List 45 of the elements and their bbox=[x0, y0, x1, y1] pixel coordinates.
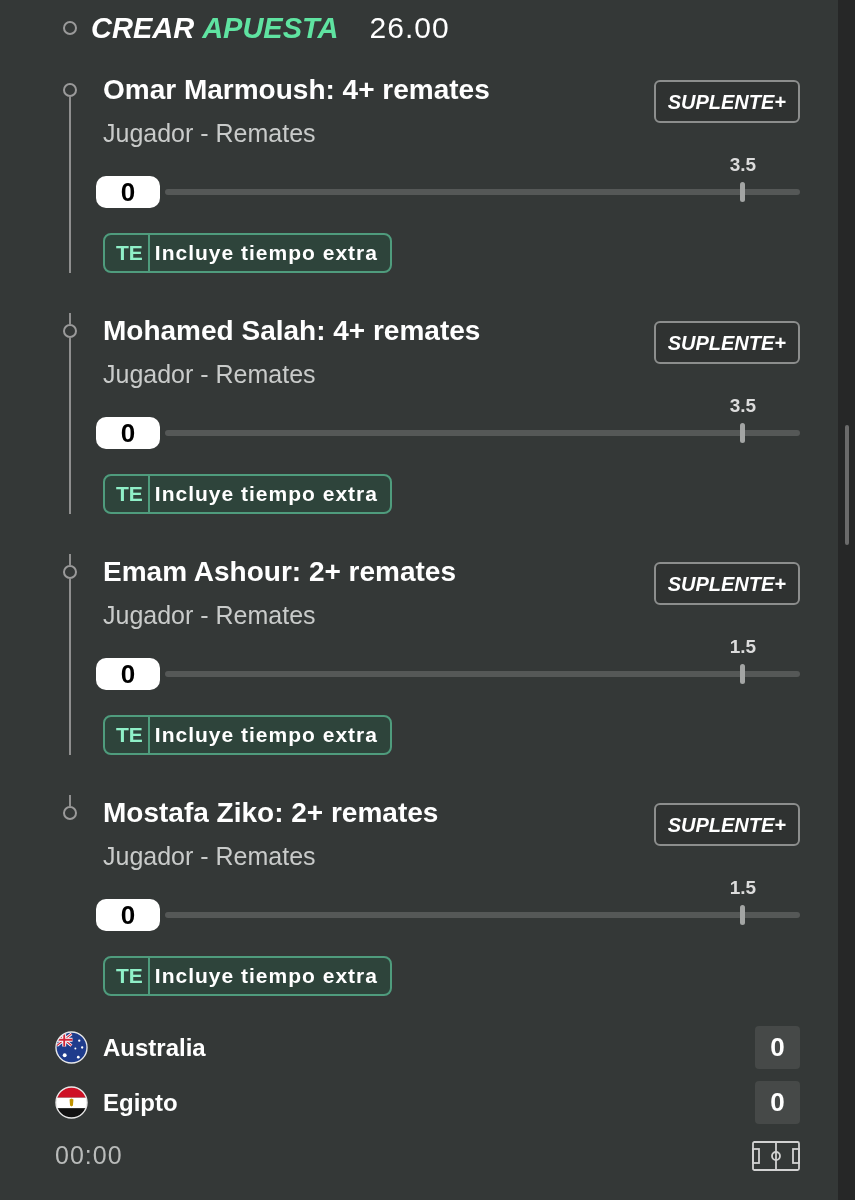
pitch-icon[interactable] bbox=[752, 1141, 800, 1171]
slider-thumb[interactable]: 0 bbox=[96, 658, 160, 690]
market-name: Jugador - Remates bbox=[103, 118, 317, 148]
substitute-button[interactable]: SUPLENTE+ bbox=[653, 80, 800, 123]
market-name: Jugador - Remates bbox=[103, 600, 317, 630]
selection-title: Mohamed Salah: 4+ remates bbox=[103, 314, 481, 348]
badge-label: Incluye tiempo extra bbox=[153, 963, 379, 990]
badge-code: TE bbox=[105, 235, 150, 271]
substitute-button[interactable]: SUPLENTE+ bbox=[653, 321, 800, 364]
badge-code: TE bbox=[105, 476, 150, 512]
selection-title: Mostafa Ziko: 2+ remates bbox=[103, 796, 439, 830]
slider-thumb[interactable]: 0 bbox=[96, 176, 160, 208]
slider-track[interactable] bbox=[165, 182, 800, 202]
team-name: Egipto bbox=[103, 1087, 178, 1118]
badge-code: TE bbox=[105, 958, 150, 994]
total-odds: 26.00 bbox=[369, 10, 450, 47]
line-value: 3.5 bbox=[729, 395, 757, 417]
slider-thumb[interactable]: 0 bbox=[96, 417, 160, 449]
egyptian-flag-icon bbox=[55, 1086, 88, 1119]
slider-track[interactable] bbox=[165, 664, 800, 684]
badge-label: Incluye tiempo extra bbox=[153, 722, 379, 749]
heading-highlight: APUESTA bbox=[202, 11, 339, 47]
substitute-button[interactable]: SUPLENTE+ bbox=[653, 562, 800, 605]
team-score: 0 bbox=[755, 1081, 800, 1124]
australian-flag-icon bbox=[55, 1031, 88, 1064]
selection-title: Emam Ashour: 2+ remates bbox=[103, 555, 456, 589]
slider-track[interactable] bbox=[165, 905, 800, 925]
match-clock: 00:00 bbox=[55, 1140, 123, 1172]
badge-label: Incluye tiempo extra bbox=[153, 481, 379, 508]
market-name: Jugador - Remates bbox=[103, 359, 317, 389]
line-value: 1.5 bbox=[729, 636, 757, 658]
badge-code: TE bbox=[105, 717, 150, 753]
badge-label: Incluye tiempo extra bbox=[153, 240, 379, 267]
market-name: Jugador - Remates bbox=[103, 841, 317, 871]
heading-text: CREAR bbox=[91, 11, 195, 47]
substitute-button[interactable]: SUPLENTE+ bbox=[653, 803, 800, 846]
selection-title: Omar Marmoush: 4+ remates bbox=[103, 73, 490, 107]
line-value: 1.5 bbox=[729, 877, 757, 899]
scrollbar-thumb[interactable] bbox=[845, 425, 849, 545]
slider-thumb[interactable]: 0 bbox=[96, 899, 160, 931]
team-score: 0 bbox=[755, 1026, 800, 1069]
team-name: Australia bbox=[103, 1032, 206, 1063]
header-node-icon bbox=[63, 21, 77, 35]
line-value: 3.5 bbox=[729, 154, 757, 176]
slider-track[interactable] bbox=[165, 423, 800, 443]
